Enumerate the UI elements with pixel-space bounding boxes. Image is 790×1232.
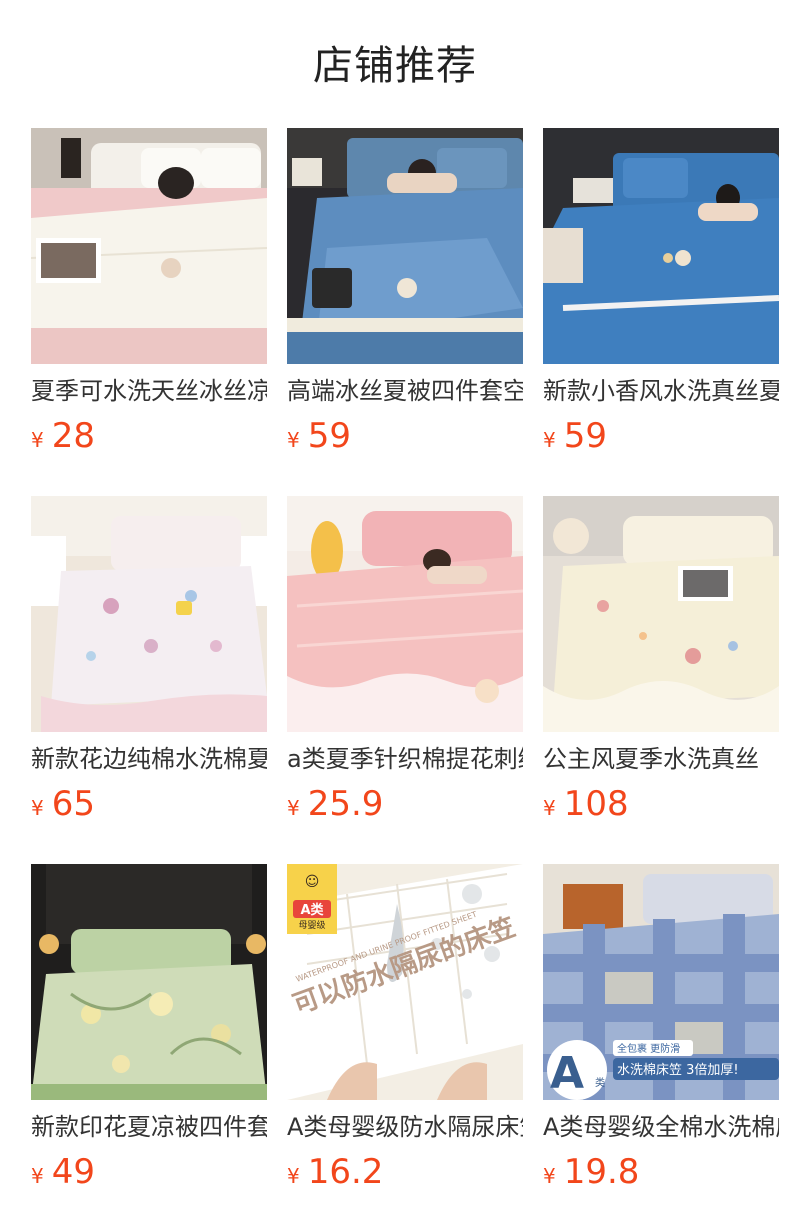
product-card[interactable]: 新款印花夏凉被四件套 ¥49 xyxy=(31,864,267,1204)
currency-symbol: ¥ xyxy=(31,1164,44,1188)
price-amount: 108 xyxy=(563,784,629,824)
product-title[interactable]: 夏季可水洗天丝冰丝凉被四件套 xyxy=(31,374,267,408)
price-amount: 16.2 xyxy=(307,1152,384,1192)
price-amount: 59 xyxy=(563,416,607,456)
price-amount: 19.8 xyxy=(563,1152,640,1192)
product-card[interactable]: 公主风夏季水洗真丝 ¥108 xyxy=(543,496,779,836)
product-price: ¥108 xyxy=(543,784,629,824)
svg-text:☺: ☺ xyxy=(305,874,320,890)
product-price: ¥59 xyxy=(287,416,351,456)
product-title[interactable]: a类夏季针织棉提花刺绣凉被 xyxy=(287,742,523,776)
product-title[interactable]: A类母婴级防水隔尿床笠 xyxy=(287,1110,523,1144)
badge-sub-text: 类 xyxy=(595,1076,605,1089)
price-amount: 49 xyxy=(51,1152,95,1192)
badge-text: A类 xyxy=(300,902,324,918)
product-title[interactable]: 新款印花夏凉被四件套 xyxy=(31,1110,267,1144)
product-price: ¥59 xyxy=(543,416,607,456)
product-image[interactable] xyxy=(31,864,267,1100)
currency-symbol: ¥ xyxy=(287,1164,300,1188)
product-image[interactable]: ☺ A类 母婴级 可以防水隔尿的床笠 WATERPROOF AND URINE … xyxy=(287,864,523,1100)
product-image[interactable] xyxy=(543,496,779,732)
product-price: ¥19.8 xyxy=(543,1152,639,1192)
product-image[interactable]: 全包裹 更防滑 水洗棉床笠 3倍加厚! A 类 xyxy=(543,864,779,1100)
product-price: ¥28 xyxy=(31,416,95,456)
product-card[interactable]: ☺ A类 母婴级 可以防水隔尿的床笠 WATERPROOF AND URINE … xyxy=(287,864,523,1204)
currency-symbol: ¥ xyxy=(287,796,300,820)
product-card[interactable]: 新款花边纯棉水洗棉夏凉被 ¥65 xyxy=(31,496,267,836)
currency-symbol: ¥ xyxy=(287,428,300,452)
product-title[interactable]: 新款小香风水洗真丝夏凉被 xyxy=(543,374,779,408)
product-title[interactable]: 高端冰丝夏被四件套空调被 xyxy=(287,374,523,408)
currency-symbol: ¥ xyxy=(543,1164,556,1188)
product-card[interactable]: 全包裹 更防滑 水洗棉床笠 3倍加厚! A 类 A类母婴级全棉水洗棉床笠 ¥19… xyxy=(543,864,779,1204)
product-card[interactable]: 新款小香风水洗真丝夏凉被 ¥59 xyxy=(543,128,779,468)
product-price: ¥25.9 xyxy=(287,784,383,824)
product-image[interactable] xyxy=(31,496,267,732)
currency-symbol: ¥ xyxy=(31,796,44,820)
tag-small-text: 全包裹 更防滑 xyxy=(617,1042,680,1055)
currency-symbol: ¥ xyxy=(31,428,44,452)
product-card[interactable]: 夏季可水洗天丝冰丝凉被四件套 ¥28 xyxy=(31,128,267,468)
product-price: ¥16.2 xyxy=(287,1152,383,1192)
price-amount: 28 xyxy=(51,416,95,456)
tag-main-text: 水洗棉床笠 3倍加厚! xyxy=(617,1063,739,1078)
badge-text: A xyxy=(550,1048,584,1099)
currency-symbol: ¥ xyxy=(543,796,556,820)
price-amount: 25.9 xyxy=(307,784,384,824)
product-card[interactable]: a类夏季针织棉提花刺绣凉被 ¥25.9 xyxy=(287,496,523,836)
product-title[interactable]: 新款花边纯棉水洗棉夏凉被 xyxy=(31,742,267,776)
product-title[interactable]: A类母婴级全棉水洗棉床笠 xyxy=(543,1110,779,1144)
product-image[interactable] xyxy=(31,128,267,364)
product-title[interactable]: 公主风夏季水洗真丝 xyxy=(543,742,779,776)
currency-symbol: ¥ xyxy=(543,428,556,452)
product-price: ¥65 xyxy=(31,784,95,824)
product-image[interactable] xyxy=(287,496,523,732)
product-card[interactable]: 高端冰丝夏被四件套空调被 ¥59 xyxy=(287,128,523,468)
price-amount: 59 xyxy=(307,416,351,456)
badge-sub-text: 母婴级 xyxy=(298,919,325,931)
product-price: ¥49 xyxy=(31,1152,95,1192)
section-title: 店铺推荐 xyxy=(313,43,477,89)
product-image[interactable] xyxy=(543,128,779,364)
product-image[interactable] xyxy=(287,128,523,364)
price-amount: 65 xyxy=(51,784,95,824)
